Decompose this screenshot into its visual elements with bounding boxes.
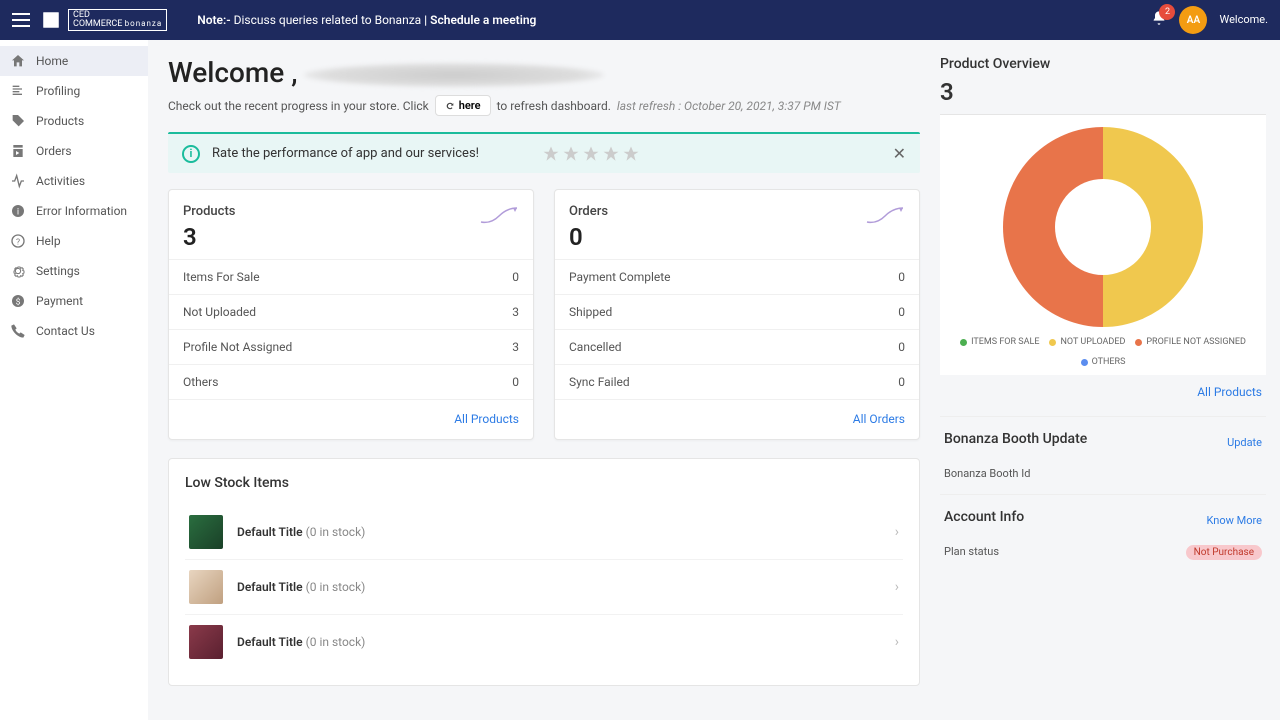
- low-stock-title: Low Stock Items: [185, 475, 903, 491]
- star-icon[interactable]: [602, 145, 620, 163]
- gear-icon: [10, 263, 26, 279]
- notification-badge: 2: [1159, 4, 1175, 20]
- sidebar-item-profiling[interactable]: Profiling: [0, 76, 148, 106]
- svg-text:?: ?: [16, 237, 20, 247]
- page-title: Welcome ,: [168, 56, 920, 89]
- all-products-link[interactable]: All Products: [454, 412, 519, 426]
- schedule-meeting-link[interactable]: | Schedule a meeting: [424, 13, 536, 27]
- products-count: 3: [183, 223, 235, 251]
- menu-icon[interactable]: [12, 13, 30, 27]
- chart-legend: ITEMS FOR SALE NOT UPLOADED PROFILE NOT …: [940, 337, 1266, 367]
- profiling-icon: [10, 83, 26, 99]
- status-badge: Not Purchase: [1186, 545, 1262, 560]
- sidebar: Home Profiling Products Orders Activitie…: [0, 40, 148, 720]
- all-orders-link[interactable]: All Orders: [853, 412, 905, 426]
- phone-icon: [10, 323, 26, 339]
- info-circle-icon: i: [182, 145, 200, 163]
- svg-text:$: $: [16, 296, 21, 307]
- sparkline-icon: [865, 204, 905, 226]
- product-thumb: [189, 570, 223, 604]
- sidebar-item-products[interactable]: Products: [0, 106, 148, 136]
- stat-row: Not Uploaded3: [169, 294, 533, 329]
- refresh-here-button[interactable]: here: [435, 95, 491, 116]
- stat-row: Payment Complete0: [555, 259, 919, 294]
- star-icon[interactable]: [562, 145, 580, 163]
- star-icon[interactable]: [542, 145, 560, 163]
- overview-all-products-link[interactable]: All Products: [1197, 385, 1262, 399]
- top-bar: CED COMMERCE bonanza Note:- Discuss quer…: [0, 0, 1280, 40]
- sparkline-icon: [479, 204, 519, 226]
- logo-diamond-icon: [35, 4, 66, 35]
- sidebar-item-home[interactable]: Home: [0, 46, 148, 76]
- product-thumb: [189, 515, 223, 549]
- star-icon[interactable]: [622, 145, 640, 163]
- home-icon: [10, 53, 26, 69]
- info-icon: i: [10, 203, 26, 219]
- sidebar-item-help[interactable]: ?Help: [0, 226, 148, 256]
- sidebar-item-contact[interactable]: Contact Us: [0, 316, 148, 346]
- tag-icon: [10, 113, 26, 129]
- list-item[interactable]: Default Title (0 in stock)›: [185, 505, 903, 560]
- plan-status-row: Plan statusNot Purchase: [944, 541, 1262, 564]
- booth-section: Bonanza Booth Update Update Bonanza Booth…: [940, 416, 1266, 494]
- product-thumb: [189, 625, 223, 659]
- stat-row: Shipped0: [555, 294, 919, 329]
- stat-row: Profile Not Assigned3: [169, 329, 533, 364]
- donut-chart: [1003, 127, 1203, 327]
- list-item[interactable]: Default Title (0 in stock)›: [185, 560, 903, 615]
- star-icon[interactable]: [582, 145, 600, 163]
- logo-text: CED COMMERCE bonanza: [68, 9, 167, 31]
- rate-banner: i Rate the performance of app and our se…: [168, 132, 920, 173]
- rating-stars[interactable]: [542, 145, 640, 163]
- page-subtitle: Check out the recent progress in your st…: [168, 95, 920, 116]
- svg-text:i: i: [17, 206, 19, 217]
- activity-icon: [10, 173, 26, 189]
- logo[interactable]: CED COMMERCE bonanza: [40, 9, 167, 31]
- booth-title: Bonanza Booth Update: [944, 431, 1087, 447]
- dollar-icon: $: [10, 293, 26, 309]
- redacted-name: [304, 63, 604, 87]
- chevron-right-icon: ›: [895, 634, 899, 650]
- stat-row: Sync Failed0: [555, 364, 919, 399]
- sidebar-item-settings[interactable]: Settings: [0, 256, 148, 286]
- last-refresh: last refresh : October 20, 2021, 3:37 PM…: [617, 99, 841, 113]
- notification-bell[interactable]: 2: [1151, 10, 1167, 30]
- chevron-right-icon: ›: [895, 579, 899, 595]
- sidebar-item-error[interactable]: iError Information: [0, 196, 148, 226]
- user-welcome: Welcome.: [1219, 14, 1268, 26]
- products-card: Products3 Items For Sale0 Not Uploaded3 …: [168, 189, 534, 440]
- avatar[interactable]: AA: [1179, 6, 1207, 34]
- header-note: Note:- Discuss queries related to Bonanz…: [197, 13, 1151, 27]
- overview-chart: ITEMS FOR SALE NOT UPLOADED PROFILE NOT …: [940, 114, 1266, 375]
- sidebar-item-payment[interactable]: $Payment: [0, 286, 148, 316]
- sidebar-item-activities[interactable]: Activities: [0, 166, 148, 196]
- rate-text: Rate the performance of app and our serv…: [212, 146, 479, 161]
- orders-icon: [10, 143, 26, 159]
- booth-update-link[interactable]: Update: [1227, 436, 1262, 449]
- account-section: Account Info Know More Plan statusNot Pur…: [940, 494, 1266, 574]
- orders-count: 0: [569, 223, 608, 251]
- orders-card: Orders 0 Payment Complete0 Shipped0 Cance…: [554, 189, 920, 440]
- overview-title: Product Overview: [940, 56, 1266, 72]
- products-title: Products: [183, 204, 235, 219]
- account-title: Account Info: [944, 509, 1024, 525]
- sidebar-item-orders[interactable]: Orders: [0, 136, 148, 166]
- stat-row: Cancelled0: [555, 329, 919, 364]
- close-icon[interactable]: ✕: [893, 144, 906, 163]
- low-stock-card: Low Stock Items Default Title (0 in stoc…: [168, 458, 920, 686]
- overview-count: 3: [940, 78, 1266, 106]
- stat-row: Others0: [169, 364, 533, 399]
- help-icon: ?: [10, 233, 26, 249]
- chevron-right-icon: ›: [895, 524, 899, 540]
- know-more-link[interactable]: Know More: [1207, 514, 1262, 527]
- refresh-icon: [445, 101, 455, 111]
- list-item[interactable]: Default Title (0 in stock)›: [185, 615, 903, 669]
- stat-row: Items For Sale0: [169, 259, 533, 294]
- orders-title: Orders: [569, 204, 608, 219]
- booth-id-row: Bonanza Booth Id: [944, 463, 1262, 484]
